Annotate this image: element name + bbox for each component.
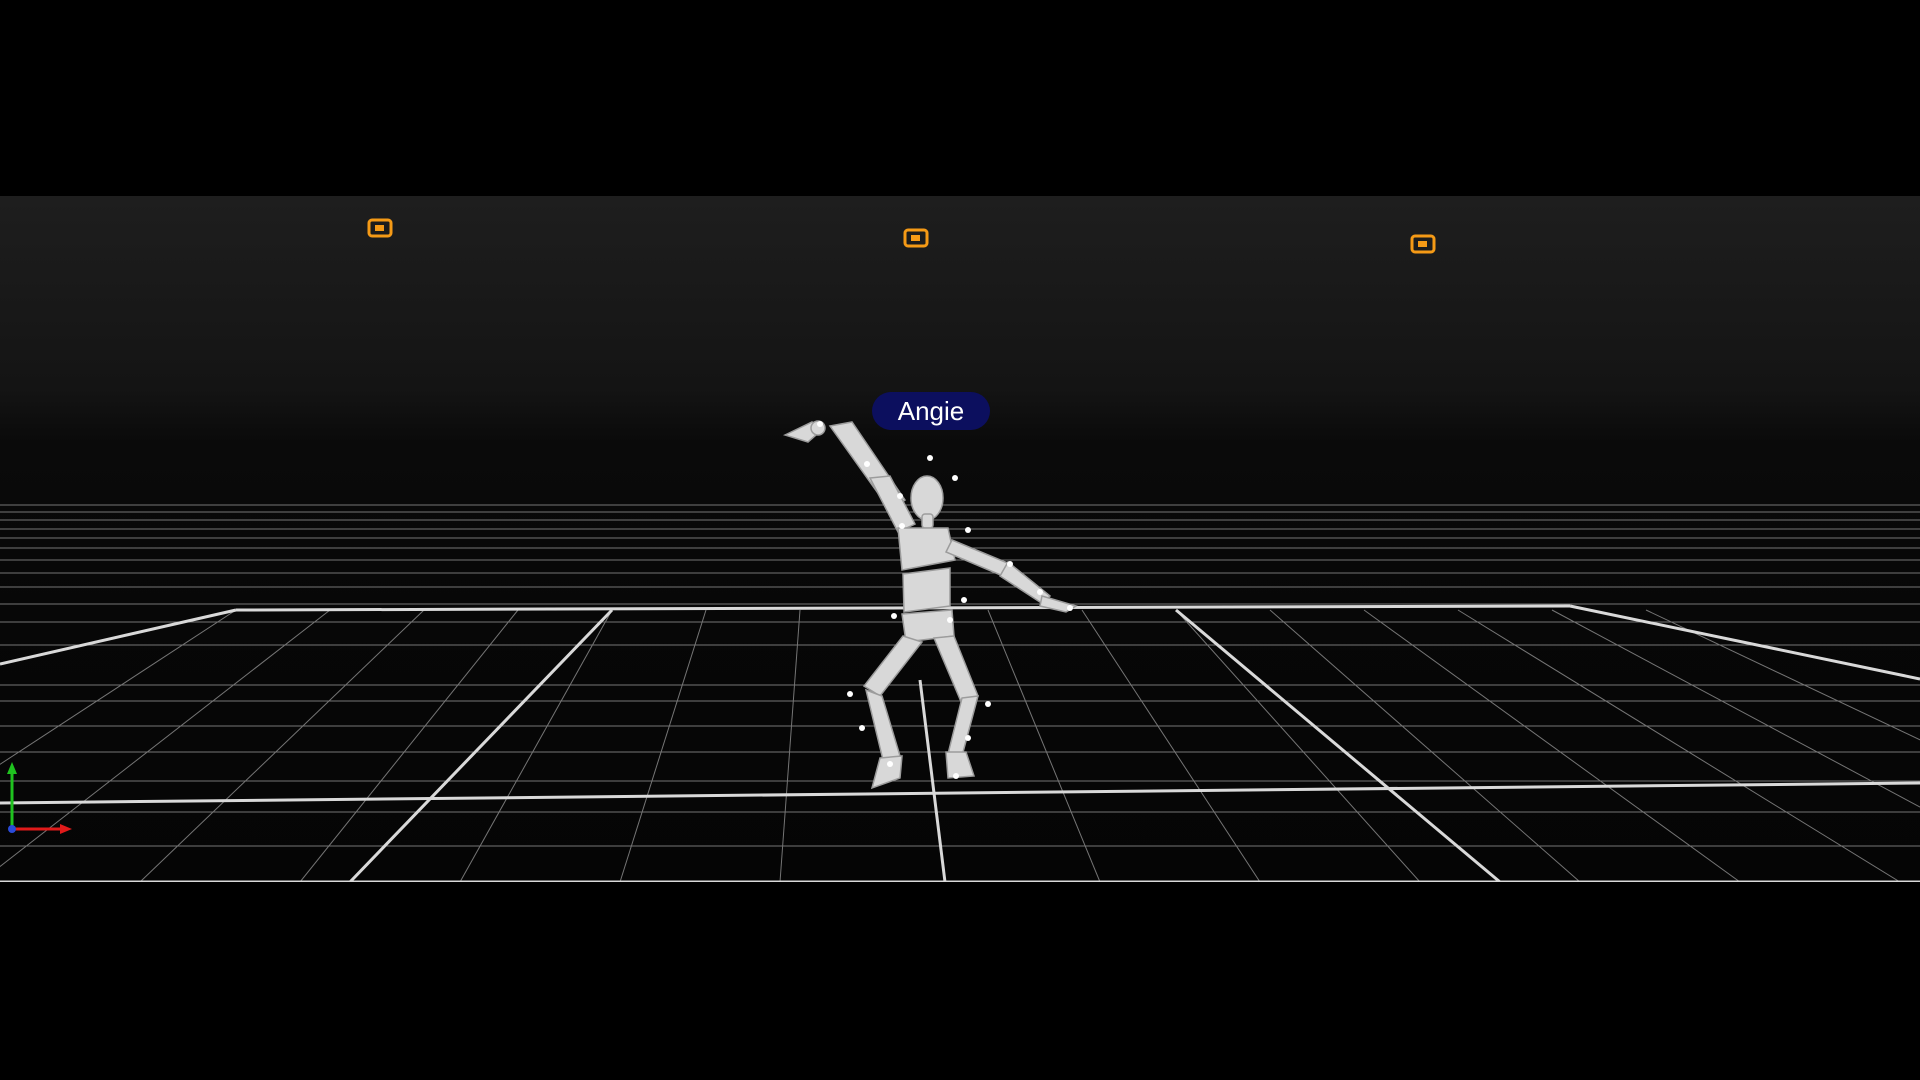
- letterbox-top: [0, 0, 1920, 196]
- scene-svg: [0, 420, 1920, 882]
- camera-icon[interactable]: [367, 218, 393, 238]
- camera-icon[interactable]: [903, 228, 929, 248]
- 3d-viewport[interactable]: Angie: [0, 196, 1920, 882]
- camera-icon[interactable]: [1410, 234, 1436, 254]
- letterbox-bottom: [0, 882, 1920, 1080]
- axis-gizmo-icon: [7, 762, 72, 834]
- actor-name-label[interactable]: Angie: [872, 392, 990, 430]
